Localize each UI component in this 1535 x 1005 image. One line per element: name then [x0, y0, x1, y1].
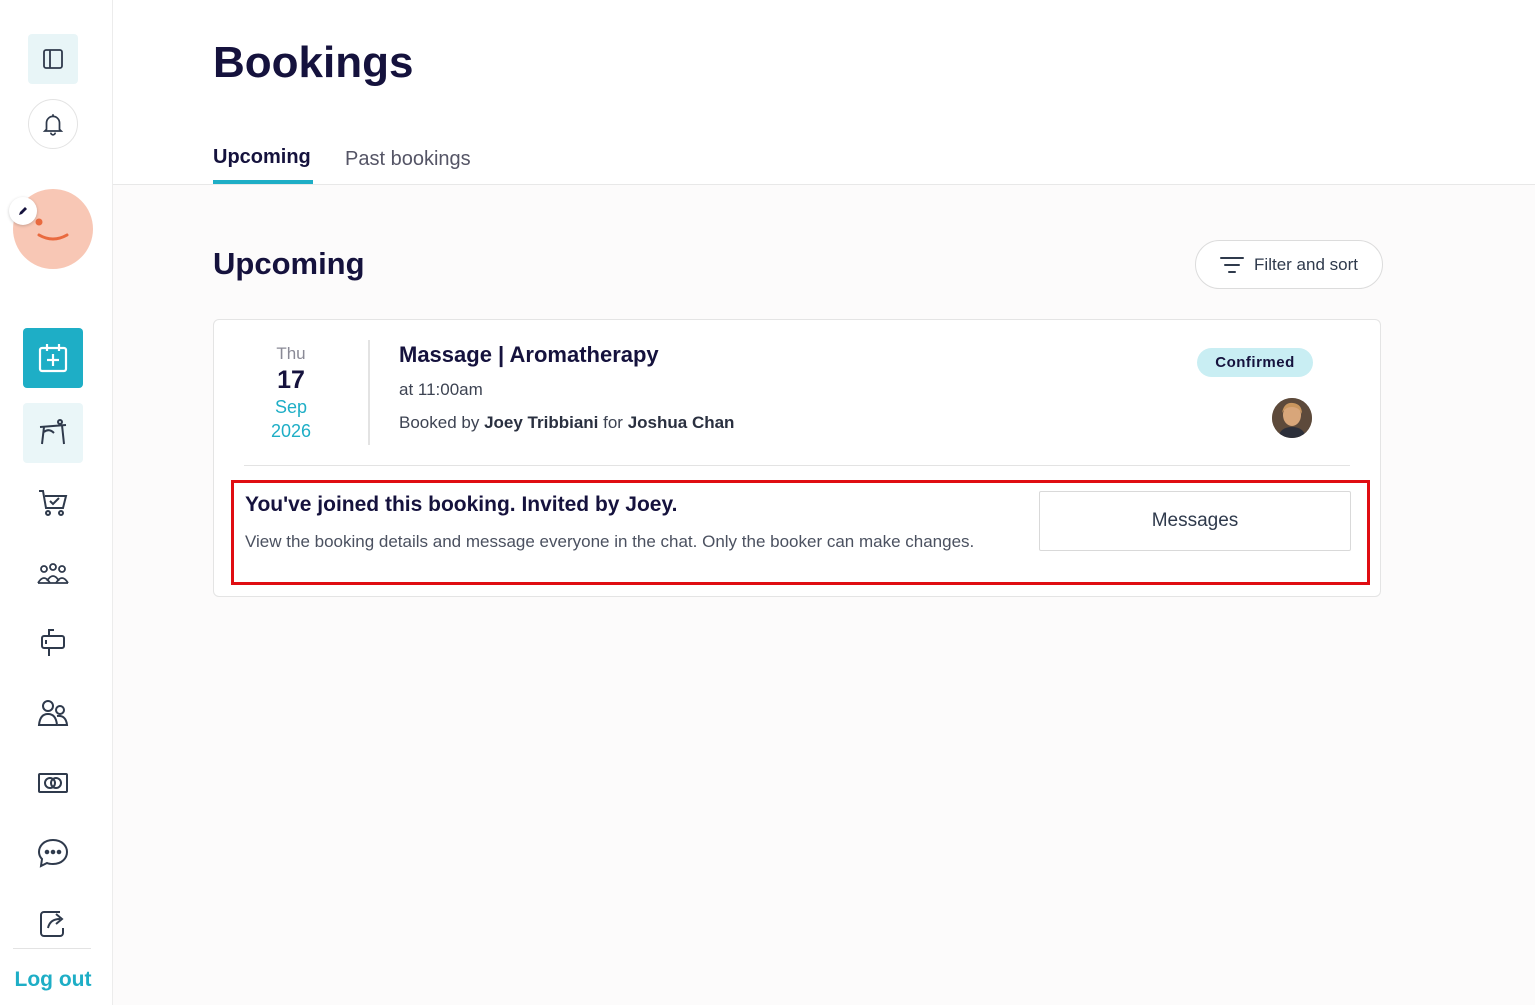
mailbox-icon [41, 629, 65, 656]
guest-name: Joshua Chan [627, 413, 735, 432]
page-title: Bookings [213, 38, 414, 87]
tab-upcoming[interactable]: Upcoming [213, 146, 311, 169]
sidebar-collapse-button[interactable] [28, 34, 78, 84]
sidebar-item-bookings[interactable] [23, 328, 83, 388]
bell-icon [42, 114, 64, 136]
sidebar-item-services[interactable] [23, 403, 83, 463]
notice-title: You've joined this booking. Invited by J… [245, 493, 678, 516]
sidebar: Log out [0, 0, 113, 1005]
sidebar-item-share[interactable] [23, 893, 83, 953]
booked-by-line: Booked by Joey Tribbiani for Joshua Chan [399, 413, 734, 433]
people-icon [37, 700, 69, 726]
massage-table-icon [39, 419, 67, 445]
booker-name: Joey Tribbiani [484, 413, 599, 432]
sidebar-item-messages[interactable] [23, 823, 83, 883]
date-separator [368, 340, 370, 445]
page-header: Bookings Upcoming Past bookings [113, 0, 1535, 185]
messages-button[interactable]: Messages [1039, 491, 1351, 551]
sidebar-item-payments[interactable] [23, 753, 83, 813]
logout-link[interactable]: Log out [0, 968, 106, 992]
booked-by-prefix: Booked by [399, 413, 480, 432]
group-icon [37, 563, 69, 584]
notifications-button[interactable] [28, 99, 78, 149]
date-month: Sep [274, 397, 308, 417]
status-badge: Confirmed [1197, 348, 1313, 377]
booking-date: Thu 17 Sep 2026 [244, 344, 338, 442]
active-tab-indicator [213, 180, 313, 184]
date-day: 17 [277, 366, 305, 394]
filter-icon [1220, 256, 1245, 273]
sidebar-divider [13, 948, 91, 949]
date-year: 2026 [270, 421, 312, 441]
booking-time: at 11:00am [399, 380, 483, 399]
for-word: for [603, 413, 623, 432]
section-title: Upcoming [213, 246, 365, 281]
sidebar-item-orders[interactable] [23, 473, 83, 533]
filter-sort-label: Filter and sort [1254, 254, 1358, 274]
cart-check-icon [39, 490, 68, 516]
date-weekday: Thu [276, 344, 306, 363]
money-icon [38, 773, 68, 793]
sidebar-item-people[interactable] [23, 683, 83, 743]
share-icon [40, 911, 64, 937]
sidebar-item-groups[interactable] [23, 543, 83, 603]
sidebar-toggle-icon [43, 49, 63, 69]
person-photo-icon [1272, 398, 1312, 438]
sidebar-item-mailbox[interactable] [23, 613, 83, 673]
avatar-edit-button[interactable] [9, 197, 37, 225]
notice-description: View the booking details and message eve… [245, 532, 975, 551]
chat-icon [37, 838, 69, 868]
service-title[interactable]: Massage | Aromatherapy [399, 342, 659, 368]
filter-sort-button[interactable]: Filter and sort [1195, 240, 1383, 289]
card-divider [244, 465, 1350, 466]
practitioner-avatar [1272, 398, 1312, 438]
booking-card[interactable]: Thu 17 Sep 2026 Massage | Aromatherapy a… [213, 319, 1381, 597]
joined-booking-notice: You've joined this booking. Invited by J… [231, 480, 1370, 585]
calendar-plus-icon [38, 344, 68, 373]
tab-past-bookings[interactable]: Past bookings [345, 148, 471, 171]
pencil-icon [19, 207, 27, 215]
